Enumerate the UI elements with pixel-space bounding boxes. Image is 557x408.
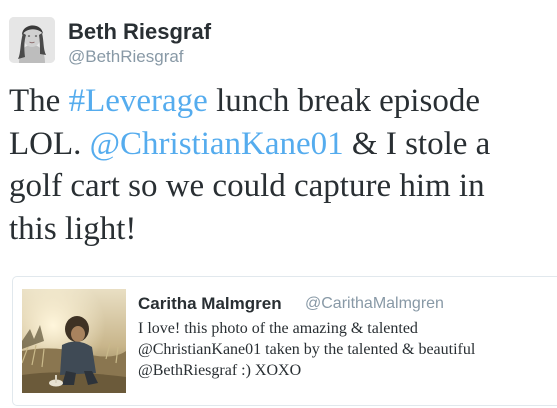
mention-link[interactable]: @ChristianKane01 <box>90 126 344 162</box>
author-handle[interactable]: @BethRiesgraf <box>68 47 184 67</box>
avatar-portrait-icon <box>9 17 55 63</box>
quoted-tweet-line: @ChristianKane01 taken by the talented &… <box>138 341 476 358</box>
quoted-tweet-photo[interactable] <box>22 289 126 393</box>
tweet-line: golf cart so we could capture him in <box>9 168 485 204</box>
tweet-text-segment: The <box>9 83 69 119</box>
tweet-card: Beth Riesgraf @BethRiesgraf The #Leverag… <box>0 0 557 408</box>
tweet-line: LOL. @ChristianKane01 & I stole a <box>9 123 554 166</box>
quoted-tweet-card[interactable]: Caritha Malmgren @CarithaMalmgren I love… <box>12 276 557 406</box>
author-avatar[interactable] <box>9 17 55 63</box>
quoted-tweet-text: I love! this photo of the amazing & tale… <box>138 318 557 381</box>
tweet-line: The #Leverage lunch break episode <box>9 80 554 123</box>
photo-thumbnail-icon <box>22 289 126 393</box>
tweet-text-segment: lunch break episode <box>207 83 480 119</box>
tweet-text: The #Leverage lunch break episode LOL. @… <box>9 80 554 250</box>
tweet-text-segment: LOL. <box>9 125 90 162</box>
quoted-tweet-line: I love! this photo of the amazing & tale… <box>138 320 418 337</box>
quoted-tweet-line: @BethRiesgraf :) XOXO <box>138 362 302 379</box>
hashtag-link[interactable]: #Leverage <box>69 83 208 119</box>
author-name[interactable]: Beth Riesgraf <box>68 19 211 45</box>
tweet-line: this light! <box>9 210 137 247</box>
quoted-author-handle[interactable]: @CarithaMalmgren <box>305 294 444 314</box>
quoted-author-name[interactable]: Caritha Malmgren <box>138 294 282 314</box>
tweet-text-segment: & I stole a <box>343 125 491 162</box>
